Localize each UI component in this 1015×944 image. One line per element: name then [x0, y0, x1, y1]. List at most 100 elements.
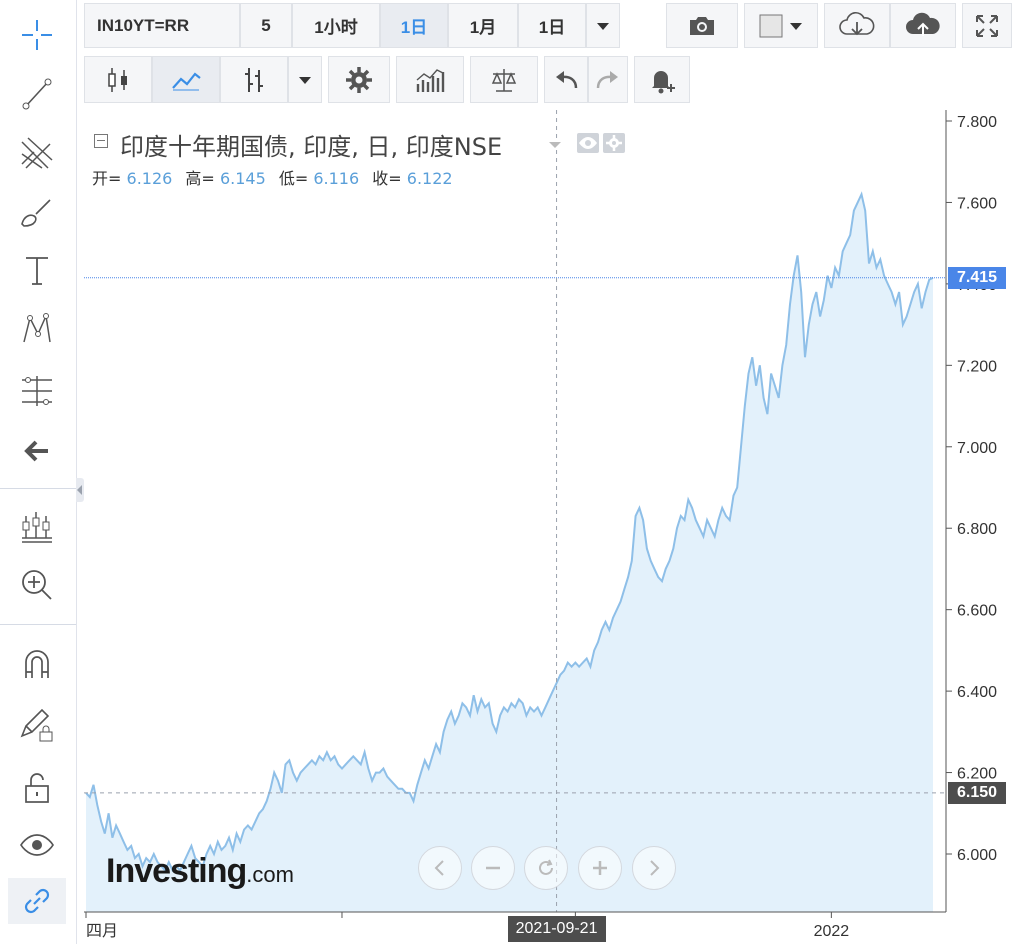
arrow-left-icon: [24, 440, 48, 462]
settings-button[interactable]: [328, 56, 390, 103]
zoom-out-button[interactable]: [471, 846, 515, 890]
legend-collapse-toggle[interactable]: [94, 134, 108, 148]
price-axis-ticks: 6.0006.2006.4006.6006.8007.0007.2007.400…: [946, 114, 997, 864]
chart-style-button[interactable]: [744, 3, 818, 48]
y-tick-label: 7.800: [957, 114, 997, 131]
scroll-left-button[interactable]: [418, 846, 462, 890]
ohlc-values: 开= 6.126 高= 6.145 低= 6.116 收= 6.122: [92, 165, 461, 189]
save-layout-button[interactable]: [890, 3, 956, 48]
fullscreen-button[interactable]: [962, 3, 1012, 48]
chevron-down-icon: [597, 22, 609, 30]
brush-tool-button[interactable]: [8, 190, 66, 236]
bars-style-button[interactable]: [220, 56, 288, 103]
redo-icon: [596, 70, 618, 88]
interval-custom-button[interactable]: 1日: [518, 3, 586, 48]
open-value: 6.126: [126, 169, 173, 188]
magnet-icon: [25, 650, 49, 678]
brush-icon: [21, 199, 51, 227]
gann-fan-icon: [21, 137, 53, 169]
zoom-in-icon: [22, 570, 52, 600]
cloud-upload-icon: [906, 12, 940, 36]
gear-icon: [606, 135, 622, 151]
toolbar-collapse-handle[interactable]: [76, 478, 84, 502]
refresh-icon: [539, 859, 553, 875]
y-tick-label: 6.600: [957, 603, 997, 620]
eye-icon: [20, 834, 54, 856]
y-tick-label: 6.800: [957, 521, 997, 538]
interval-dropdown-button[interactable]: [586, 3, 620, 48]
link-button[interactable]: [8, 878, 66, 924]
zoom-tool-button[interactable]: [8, 562, 66, 608]
y-tick-label: 7.200: [957, 358, 997, 375]
trend-line-tool-button[interactable]: [8, 70, 66, 116]
pattern-tool-button[interactable]: [8, 306, 66, 352]
interval-1m-button[interactable]: 1月: [448, 3, 518, 48]
trend-line-icon: [22, 78, 52, 110]
hide-toolbar-button[interactable]: [8, 428, 66, 474]
redo-button[interactable]: [588, 56, 628, 103]
y-tick-label: 7.600: [957, 195, 997, 212]
symbol-input[interactable]: [84, 3, 240, 48]
low-label: 低=: [278, 169, 309, 188]
scales-icon: [491, 68, 517, 92]
legend-settings-button[interactable]: [603, 133, 625, 153]
zoom-in-button[interactable]: [578, 846, 622, 890]
scroll-right-button[interactable]: [632, 846, 676, 890]
high-label: 高=: [185, 169, 215, 188]
undo-button[interactable]: [544, 56, 588, 103]
compare-button[interactable]: [470, 56, 538, 103]
indicators-button[interactable]: [396, 56, 464, 103]
last-price-tag: 7.415: [948, 266, 1006, 289]
prediction-icon: [22, 376, 52, 406]
load-layout-button[interactable]: [824, 3, 890, 48]
add-alert-button[interactable]: [634, 56, 690, 103]
area-style-button[interactable]: [152, 56, 220, 103]
drawing-toolbar: [0, 0, 77, 944]
show-drawings-button[interactable]: [8, 822, 66, 868]
minus-icon: [486, 866, 500, 870]
interval-1h-button[interactable]: 1小时: [292, 3, 380, 48]
y-tick-label: 6.400: [957, 684, 997, 701]
investing-logo: Investing.com: [106, 852, 294, 890]
text-tool-button[interactable]: [8, 248, 66, 294]
unlock-icon: [25, 773, 49, 803]
lock-all-button[interactable]: [8, 764, 66, 810]
open-label: 开=: [92, 169, 122, 188]
interval-1d-button[interactable]: 1日: [380, 3, 448, 48]
x-tick-label: 2022: [814, 923, 850, 940]
cloud-download-icon: [839, 11, 875, 35]
lock-drawings-button[interactable]: [8, 702, 66, 748]
prediction-tool-button[interactable]: [8, 368, 66, 414]
crosshair-tool-button[interactable]: [8, 12, 66, 58]
fullscreen-icon: [976, 14, 998, 37]
link-icon: [24, 888, 50, 914]
chevron-down-icon: [299, 76, 311, 84]
legend-dropdown-caret[interactable]: [549, 142, 561, 148]
undo-icon: [556, 70, 578, 88]
indicators-icon: [416, 68, 445, 92]
interval-5-button[interactable]: 5: [240, 3, 292, 48]
screenshot-button[interactable]: [666, 3, 738, 48]
reset-zoom-button[interactable]: [524, 846, 568, 890]
y-tick-label: 7.000: [957, 440, 997, 457]
ruler-icon: [22, 512, 52, 543]
chevron-left-icon: [434, 860, 444, 876]
gann-fan-tool-button[interactable]: [8, 130, 66, 176]
series-title: 印度十年期国债, 印度, 日, 印度NSE: [120, 133, 503, 161]
candlestick-icon: [108, 67, 127, 92]
high-value: 6.145: [219, 169, 266, 188]
y-tick-label: 6.200: [957, 766, 997, 783]
chart-style-dropdown[interactable]: [288, 56, 322, 103]
magnet-button[interactable]: [8, 642, 66, 688]
close-value: 6.122: [406, 169, 453, 188]
eye-icon: [579, 137, 597, 149]
close-label: 收=: [372, 169, 402, 188]
pencil-lock-icon: [20, 708, 53, 742]
bell-plus-icon: [652, 70, 675, 93]
area-chart-icon: [172, 71, 201, 90]
measure-tool-button[interactable]: [8, 504, 66, 550]
crosshair-icon: [22, 20, 52, 50]
legend-visibility-button[interactable]: [577, 133, 599, 153]
camera-icon: [690, 16, 714, 35]
candles-style-button[interactable]: [84, 56, 152, 103]
